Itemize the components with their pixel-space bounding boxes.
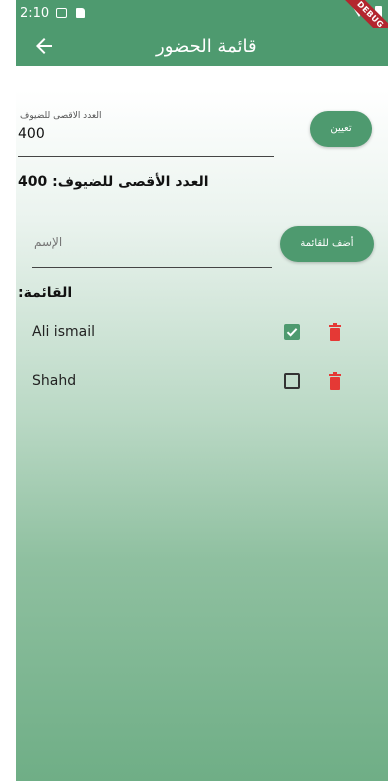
gallery-notification-icon bbox=[56, 8, 67, 18]
max-guests-display-text: العدد الأقصى للضيوف: 400 bbox=[18, 174, 209, 190]
list-item: Ali ismail bbox=[16, 318, 388, 348]
max-guests-display: العدد الأقصى للضيوف: 400 bbox=[18, 174, 209, 190]
status-time: 2:10 bbox=[20, 6, 50, 21]
attendance-checkbox[interactable] bbox=[284, 324, 300, 340]
trash-icon bbox=[329, 323, 341, 341]
back-button[interactable] bbox=[32, 34, 56, 58]
left-edge bbox=[0, 0, 16, 781]
guest-name: Shahd bbox=[32, 373, 77, 389]
sd-card-icon bbox=[76, 8, 85, 18]
attendance-checkbox[interactable] bbox=[284, 373, 300, 389]
guest-name-underline bbox=[32, 267, 272, 268]
page-title: قائمة الحضور bbox=[156, 36, 257, 57]
delete-button[interactable] bbox=[329, 372, 341, 390]
list-item: Shahd bbox=[16, 367, 388, 397]
set-max-button[interactable]: تعيين bbox=[310, 111, 372, 147]
check-icon bbox=[286, 328, 298, 337]
arrow-back-icon bbox=[36, 38, 52, 54]
max-guests-input[interactable] bbox=[18, 126, 268, 142]
guest-name-input[interactable] bbox=[32, 230, 276, 254]
add-to-list-button[interactable]: أضف للقائمة bbox=[280, 226, 374, 262]
status-bar: 2:10 DEBUG bbox=[16, 0, 388, 49]
max-guests-underline bbox=[18, 156, 274, 157]
app-screen: 2:10 DEBUG قائمة الحضور العدد الاقصى للض… bbox=[16, 0, 388, 781]
max-guests-label: العدد الاقصى للضيوف bbox=[20, 111, 102, 121]
list-heading: :القائمة bbox=[18, 285, 73, 301]
delete-button[interactable] bbox=[329, 323, 341, 341]
guest-name: Ali ismail bbox=[32, 324, 95, 340]
app-bar: قائمة الحضور bbox=[16, 28, 388, 66]
trash-icon bbox=[329, 372, 341, 390]
